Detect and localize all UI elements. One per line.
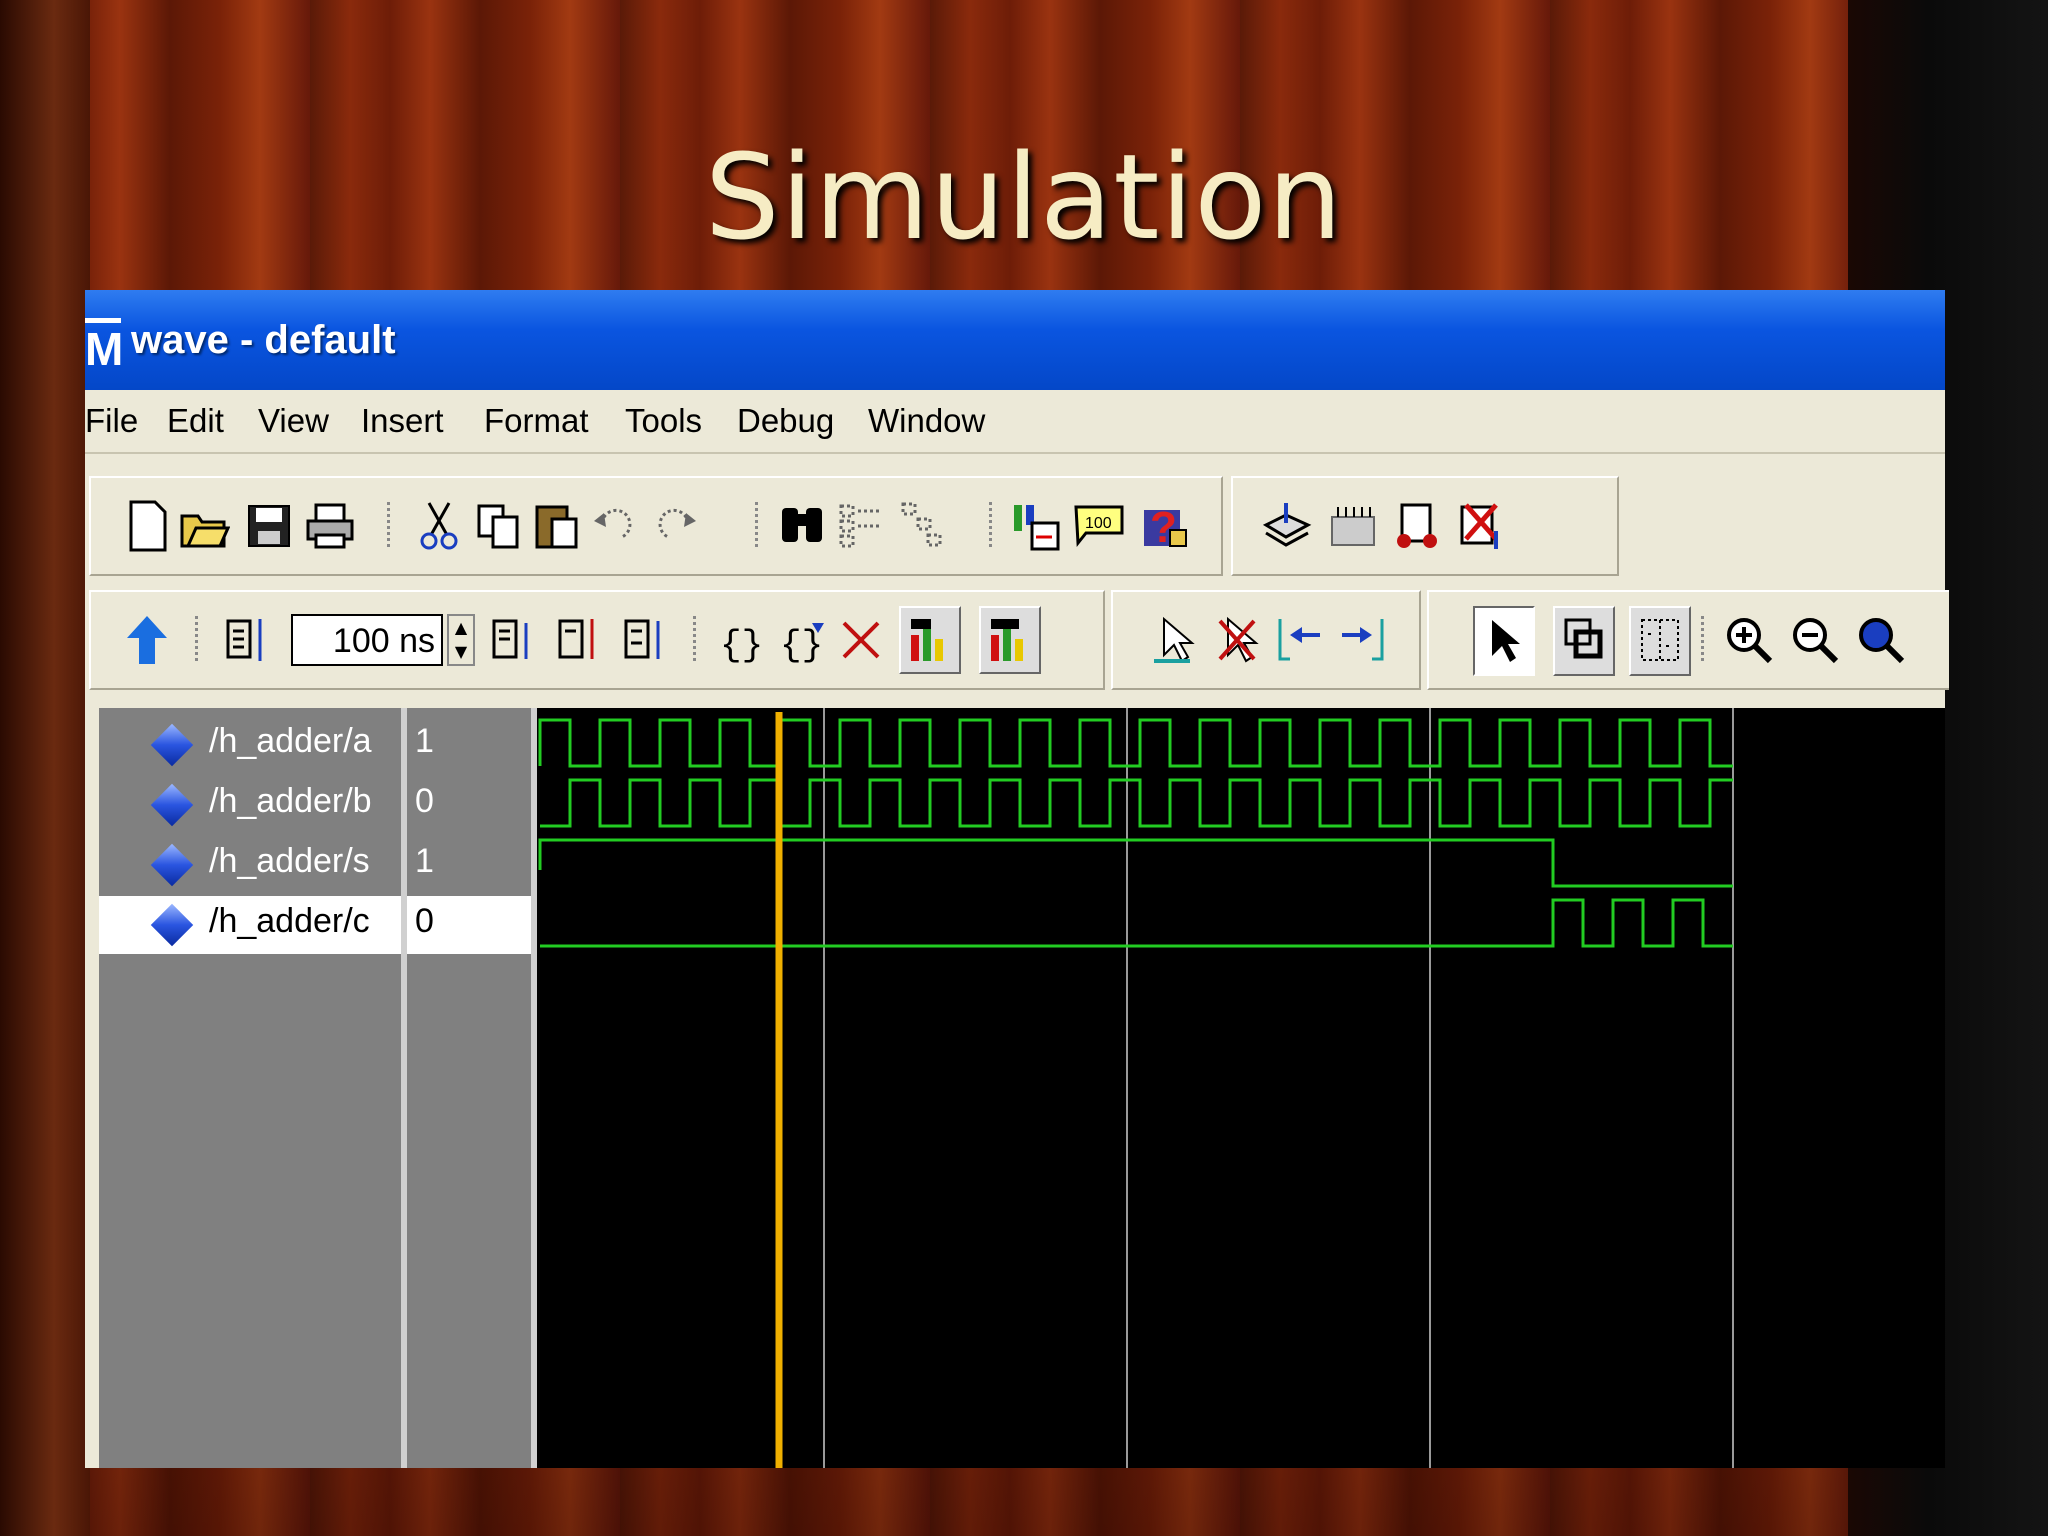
signal-value: 0 (415, 902, 434, 940)
signal-name: /h_adder/c (209, 902, 370, 940)
menu-file[interactable]: File (85, 402, 138, 440)
collapse-icon[interactable]: {} (775, 612, 827, 668)
toolbar-cursor (1111, 590, 1421, 690)
signal-value: 1 (415, 722, 434, 760)
signal-diamond-icon (150, 783, 194, 827)
time-step-field[interactable]: 100 ns (291, 614, 443, 666)
signal-diamond-icon (150, 723, 194, 767)
zoom-out-icon[interactable] (1789, 612, 1841, 668)
insert-group-icon[interactable] (619, 612, 671, 668)
waveform-c (540, 898, 1733, 948)
signal-list-icon[interactable] (835, 498, 887, 554)
wave-window: M wave - default File Edit View Insert F… (85, 290, 1949, 1468)
redo-icon[interactable] (647, 498, 699, 554)
wave-add-icon[interactable] (1011, 498, 1063, 554)
cut-icon[interactable] (413, 498, 465, 554)
svg-text:{}: {} (720, 625, 763, 663)
process-icon[interactable] (1391, 498, 1443, 554)
insert-divider-icon[interactable] (487, 612, 539, 668)
signal-diamond-icon (150, 843, 194, 887)
previous-transition-icon[interactable] (1275, 612, 1327, 668)
clear-icon[interactable] (835, 612, 887, 668)
dataflow-icon[interactable]: 100 (1073, 498, 1125, 554)
delete-cursor-icon[interactable] (1211, 612, 1263, 668)
svg-text:100: 100 (1085, 515, 1112, 532)
toolbar-separator (195, 616, 198, 664)
add-cursor-icon[interactable] (1147, 612, 1199, 668)
new-file-icon[interactable] (121, 498, 173, 554)
toolbar-separator (1701, 616, 1704, 664)
zoom-mode-icon[interactable] (1553, 606, 1615, 676)
load-icon[interactable] (1261, 498, 1313, 554)
toolbar-standard: 100 ? (89, 476, 1223, 576)
title-bar[interactable]: M wave - default (85, 290, 1945, 390)
waveform-canvas[interactable] (537, 708, 1945, 1468)
toolbar-wave: 100 ns ▲ ▼ {} {} (89, 590, 1105, 690)
insert-break-icon[interactable] (553, 612, 605, 668)
undo-icon[interactable] (591, 498, 643, 554)
toolbar-zoom (1427, 590, 1949, 690)
save-icon[interactable] (243, 498, 295, 554)
toolbar-separator (693, 616, 696, 664)
memory-icon[interactable] (1327, 498, 1379, 554)
next-transition-icon[interactable] (1335, 612, 1387, 668)
edit-mode-icon[interactable] (1629, 606, 1691, 676)
delete-icon[interactable] (1455, 498, 1507, 554)
insert-cursor-icon[interactable] (221, 612, 273, 668)
memory-pane-icon[interactable] (979, 606, 1041, 674)
toolbar-separator (755, 502, 758, 550)
select-pointer-icon[interactable] (1473, 606, 1535, 676)
open-folder-icon[interactable] (179, 498, 231, 554)
app-logo-icon: M (85, 318, 123, 375)
signal-value: 1 (415, 842, 434, 880)
window-title: wave - default (131, 318, 396, 362)
menu-insert[interactable]: Insert (361, 402, 444, 440)
signal-row[interactable]: /h_adder/s 1 (85, 836, 535, 894)
time-step-value: 100 ns (332, 622, 435, 660)
zoom-full-icon[interactable] (1855, 612, 1907, 668)
menu-tools[interactable]: Tools (625, 402, 702, 440)
waveform-s (538, 838, 1733, 888)
menu-bar: File Edit View Insert Format Tools Debug… (85, 390, 1945, 454)
help-icon[interactable]: ? (1139, 498, 1191, 554)
paste-icon[interactable] (531, 498, 583, 554)
menu-view[interactable]: View (258, 402, 329, 440)
signal-row-selected[interactable]: /h_adder/c 0 (85, 896, 531, 954)
signal-name: /h_adder/a (209, 722, 372, 760)
menu-window[interactable]: Window (868, 402, 985, 440)
up-arrow-icon[interactable] (121, 612, 173, 668)
copy-icon[interactable] (473, 498, 525, 554)
menu-format[interactable]: Format (484, 402, 589, 440)
menu-edit[interactable]: Edit (167, 402, 224, 440)
toolbar-separator (989, 502, 992, 550)
wave-view: /h_adder/a 1 /h_adder/b 0 /h_adder/s 1 /… (85, 708, 1945, 1468)
toolbar-separator (387, 502, 390, 550)
wave-pane-icon[interactable] (899, 606, 961, 674)
waveform-a (538, 718, 1733, 768)
structure-icon[interactable] (897, 498, 949, 554)
menu-debug[interactable]: Debug (737, 402, 834, 440)
expand-icon[interactable]: {} (715, 612, 767, 668)
toolbar-simulate (1231, 476, 1619, 576)
signal-row[interactable]: /h_adder/a 1 (85, 716, 535, 774)
time-step-spinner[interactable]: ▲ ▼ (447, 614, 475, 666)
signal-row[interactable]: /h_adder/b 0 (85, 776, 535, 834)
print-icon[interactable] (305, 498, 357, 554)
signal-name: /h_adder/b (209, 782, 372, 820)
find-icon[interactable] (777, 498, 829, 554)
waveform-b (540, 778, 1733, 828)
slide-title: Simulation (704, 128, 1344, 266)
signal-value: 0 (415, 782, 434, 820)
signal-name: /h_adder/s (209, 842, 370, 880)
zoom-in-icon[interactable] (1723, 612, 1775, 668)
